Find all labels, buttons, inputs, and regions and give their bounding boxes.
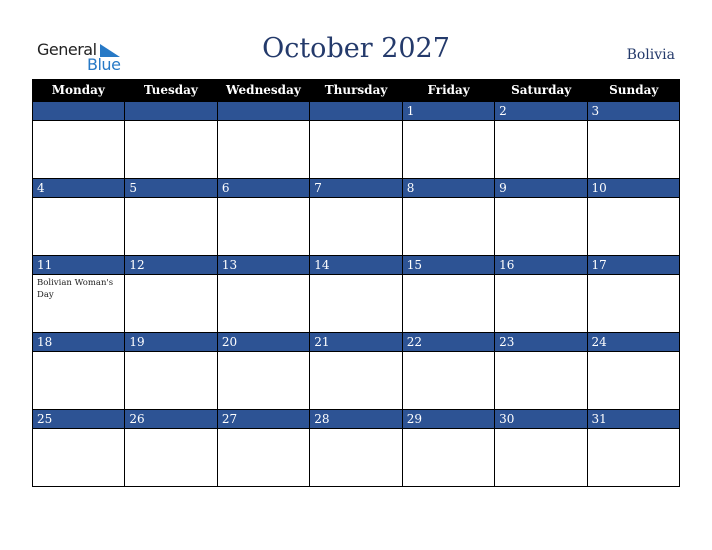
day-number: 17	[587, 256, 679, 275]
day-number: 9	[495, 179, 587, 198]
day-cell[interactable]: 1	[401, 102, 495, 179]
day-cell[interactable]: 6	[216, 179, 310, 256]
day-number	[125, 102, 217, 121]
day-number: 21	[310, 333, 402, 352]
week-row: 18 19 20 21 22 23 24	[32, 333, 680, 410]
day-number: 7	[310, 179, 402, 198]
day-cell[interactable]: 29	[401, 410, 495, 487]
day-number: 12	[125, 256, 217, 275]
day-cell[interactable]: 23	[494, 333, 587, 410]
day-number: 3	[587, 102, 679, 121]
day-cell[interactable]: 26	[124, 410, 217, 487]
day-cell[interactable]	[124, 102, 217, 179]
day-number: 11	[33, 256, 125, 275]
day-number: 10	[587, 179, 679, 198]
day-number: 18	[33, 333, 125, 352]
day-number: 31	[587, 410, 679, 429]
day-cell[interactable]: 21	[309, 333, 402, 410]
day-number: 8	[402, 179, 495, 198]
day-number: 28	[310, 410, 402, 429]
calendar-grid: Monday Tuesday Wednesday Thursday Friday…	[32, 79, 680, 487]
day-number: 25	[33, 410, 125, 429]
day-cell[interactable]: 5	[124, 179, 217, 256]
day-cell[interactable]: 24	[586, 333, 680, 410]
day-cell[interactable]: 3	[586, 102, 680, 179]
day-number: 19	[125, 333, 217, 352]
day-cell[interactable]: 9	[494, 179, 587, 256]
weekday-wednesday: Wednesday	[226, 83, 301, 97]
day-number	[217, 102, 310, 121]
day-number: 30	[495, 410, 587, 429]
day-cell[interactable]: 19	[124, 333, 217, 410]
day-cell[interactable]: 14	[309, 256, 402, 333]
weekday-tuesday: Tuesday	[143, 83, 198, 97]
day-cell[interactable]: 15	[401, 256, 495, 333]
day-number	[33, 102, 125, 121]
day-number: 2	[495, 102, 587, 121]
day-cell[interactable]: 30	[494, 410, 587, 487]
day-cell[interactable]	[32, 102, 125, 179]
day-cell[interactable]: 16	[494, 256, 587, 333]
day-cell[interactable]: 25	[32, 410, 125, 487]
weekday-header: Monday Tuesday Wednesday Thursday Friday…	[32, 79, 680, 102]
day-number: 27	[217, 410, 310, 429]
day-cell[interactable]: 13	[216, 256, 310, 333]
day-cell[interactable]	[216, 102, 310, 179]
day-number: 1	[402, 102, 495, 121]
weekday-thursday: Thursday	[324, 83, 388, 97]
day-cell[interactable]: 4	[32, 179, 125, 256]
weekday-sunday: Sunday	[609, 83, 659, 97]
day-cell[interactable]: 11 Bolivian Woman's Day	[32, 256, 125, 333]
country-label: Bolivia	[626, 47, 675, 63]
day-number: 6	[217, 179, 310, 198]
weekday-monday: Monday	[51, 83, 105, 97]
day-cell[interactable]: 12	[124, 256, 217, 333]
day-cell[interactable]: 31	[586, 410, 680, 487]
day-number: 5	[125, 179, 217, 198]
day-number: 26	[125, 410, 217, 429]
day-number: 23	[495, 333, 587, 352]
weekday-saturday: Saturday	[511, 83, 572, 97]
day-number: 20	[217, 333, 310, 352]
day-cell[interactable]: 18	[32, 333, 125, 410]
day-number: 16	[495, 256, 587, 275]
day-cell[interactable]: 2	[494, 102, 587, 179]
day-cell[interactable]: 7	[309, 179, 402, 256]
day-cell[interactable]: 17	[586, 256, 680, 333]
day-cell[interactable]: 27	[216, 410, 310, 487]
day-cell[interactable]: 20	[216, 333, 310, 410]
week-row: 4 5 6 7 8 9 10	[32, 179, 680, 256]
day-number: 14	[310, 256, 402, 275]
day-number: 13	[217, 256, 310, 275]
day-number: 29	[402, 410, 495, 429]
day-number: 24	[587, 333, 679, 352]
day-number: 15	[402, 256, 495, 275]
weekday-friday: Friday	[427, 83, 470, 97]
day-number	[310, 102, 402, 121]
week-row: 25 26 27 28 29 30 31	[32, 410, 680, 487]
day-cell[interactable]	[309, 102, 402, 179]
day-number: 22	[402, 333, 495, 352]
page-title: October 2027	[262, 33, 450, 64]
day-cell[interactable]: 22	[401, 333, 495, 410]
day-cell[interactable]: 8	[401, 179, 495, 256]
day-number: 4	[33, 179, 125, 198]
holiday-label: Bolivian Woman's Day	[37, 278, 114, 300]
day-cell[interactable]: 28	[309, 410, 402, 487]
week-row: 123	[32, 102, 680, 179]
week-row: 11 Bolivian Woman's Day 12 13 14 15 16 17	[32, 256, 680, 333]
day-cell[interactable]: 10	[586, 179, 680, 256]
